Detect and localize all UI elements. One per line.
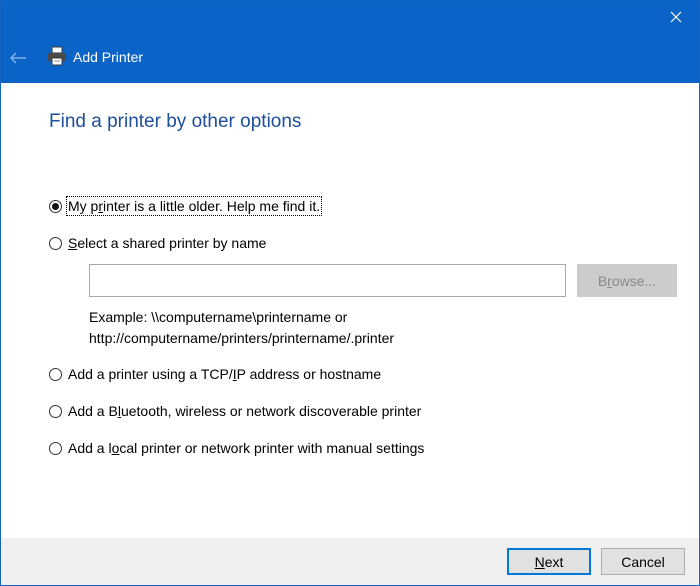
page-title: Find a printer by other options <box>49 111 302 132</box>
radio-local-manual[interactable] <box>49 441 62 455</box>
radio-tcpip[interactable] <box>49 367 62 381</box>
option-older-printer[interactable]: My printer is a little older. Help me fi… <box>49 196 323 216</box>
shared-printer-name-input[interactable] <box>89 264 566 297</box>
radio-older-printer[interactable] <box>49 199 62 213</box>
option-label: Select a shared printer by name <box>68 235 267 251</box>
title-bar <box>1 1 699 32</box>
example-text: Example: \\computername\printername or h… <box>89 307 394 349</box>
option-label: My printer is a little older. Help me fi… <box>65 196 323 216</box>
printer-icon <box>48 46 66 66</box>
footer-bar <box>1 538 699 585</box>
back-button[interactable] <box>5 46 31 70</box>
header-title: Add Printer <box>73 49 144 65</box>
radio-bluetooth-wireless[interactable] <box>49 404 62 418</box>
example-line-2: http://computername/printers/printername… <box>89 330 395 346</box>
next-button[interactable]: Next <box>507 548 591 575</box>
radio-shared-printer[interactable] <box>49 236 62 250</box>
option-label: Add a printer using a TCP/IP address or … <box>68 366 382 382</box>
add-printer-window: Add Printer Find a printer by other opti… <box>0 0 700 586</box>
option-label: Add a Bluetooth, wireless or network dis… <box>68 403 422 419</box>
close-icon <box>670 11 682 22</box>
wizard-header: Add Printer <box>1 32 699 83</box>
close-button[interactable] <box>653 1 699 32</box>
option-shared-printer[interactable]: Select a shared printer by name <box>49 235 266 251</box>
option-bluetooth-wireless[interactable]: Add a Bluetooth, wireless or network dis… <box>49 403 421 419</box>
cancel-button[interactable]: Cancel <box>601 548 685 575</box>
browse-button[interactable]: Br owse... <box>577 264 677 297</box>
back-arrow-icon <box>9 52 26 64</box>
option-tcpip[interactable]: Add a printer using a TCP/IP address or … <box>49 366 381 382</box>
example-line-1: Example: \\computername\printername or <box>89 309 348 325</box>
option-label: Add a local printer or network printer w… <box>68 440 425 456</box>
option-local-manual[interactable]: Add a local printer or network printer w… <box>49 440 424 456</box>
